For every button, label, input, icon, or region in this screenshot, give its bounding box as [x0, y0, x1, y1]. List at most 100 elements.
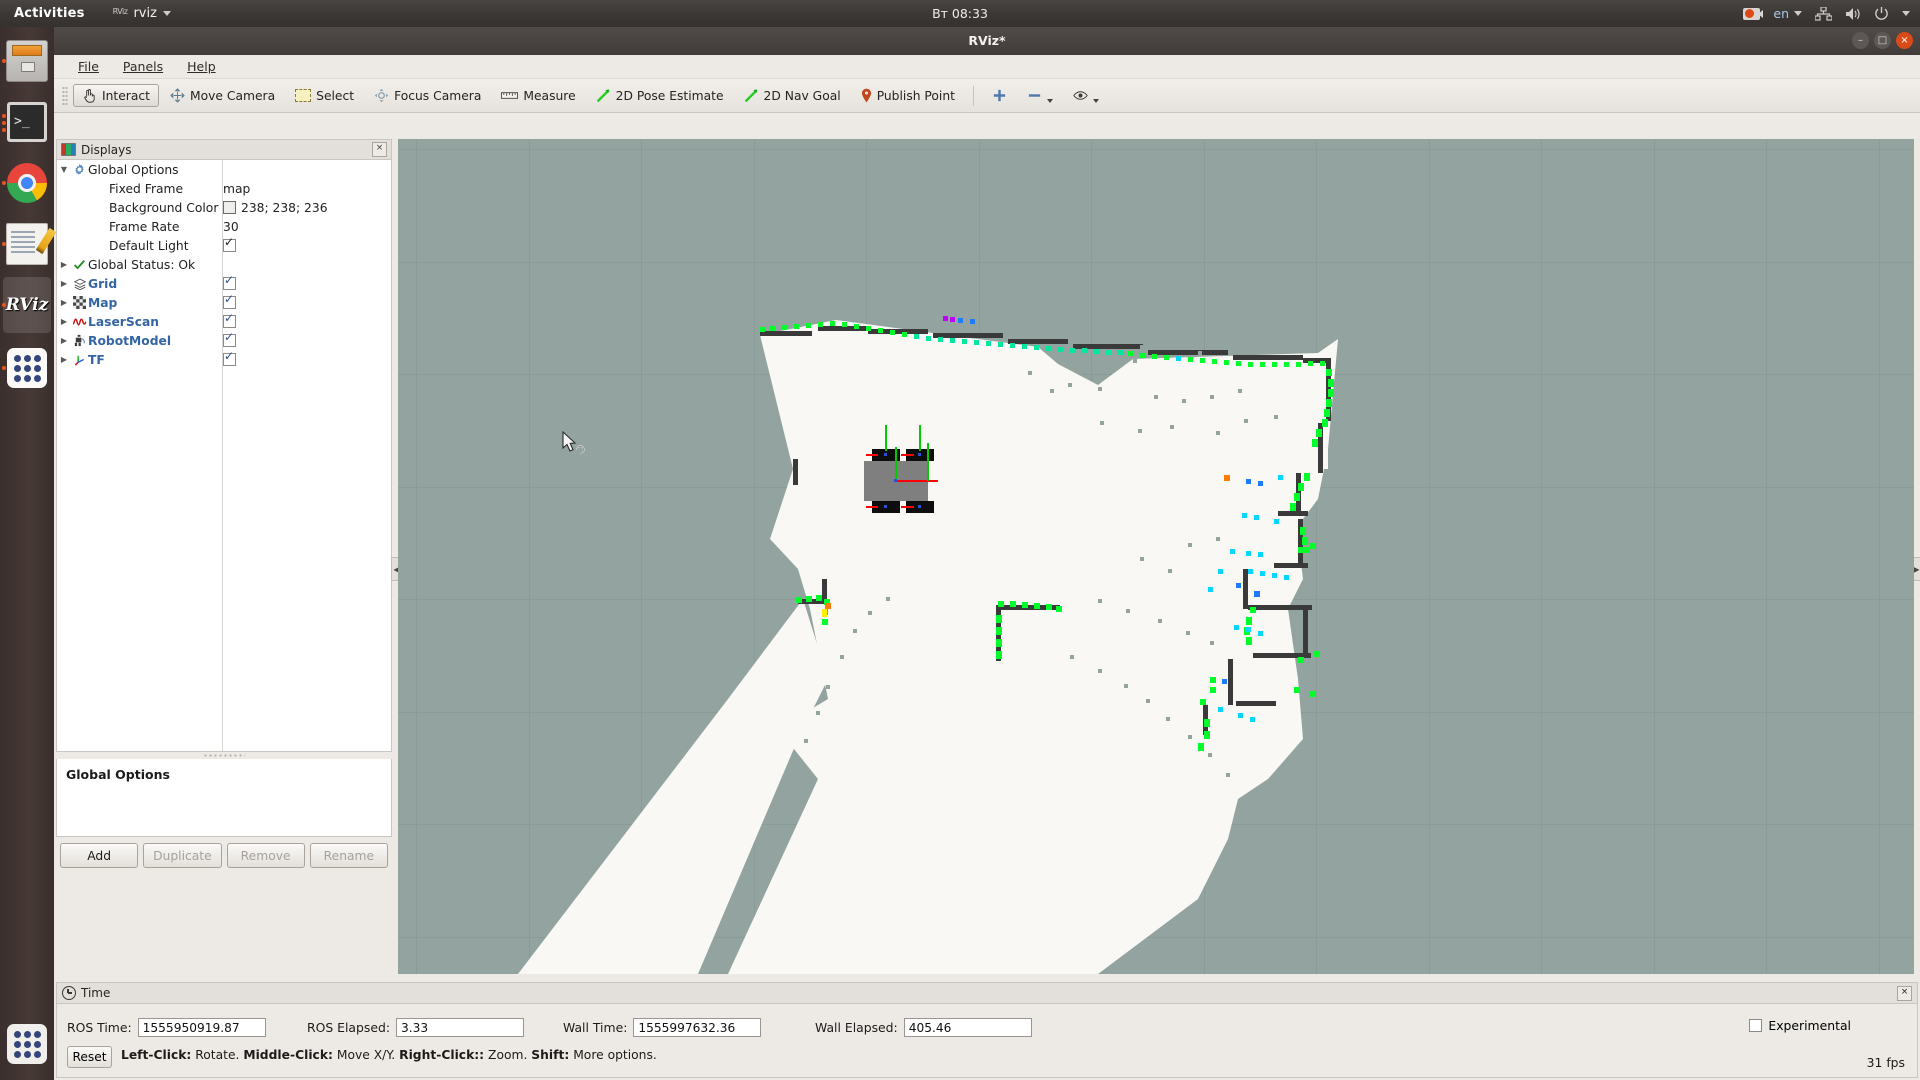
tree-row-robotmodel[interactable]: ▶ RobotModel: [57, 330, 391, 350]
tool-select[interactable]: Select: [286, 85, 363, 107]
checkbox-checked-icon[interactable]: [223, 311, 236, 328]
displays-button-row: Add Duplicate Remove Rename: [56, 837, 392, 868]
tree-row-frame-rate[interactable]: Frame Rate 30: [57, 217, 391, 236]
expand-arrow-icon[interactable]: ▶: [57, 317, 71, 326]
frame-rate-value[interactable]: 30: [223, 217, 239, 236]
map-free-right-lobe: [1298, 401, 1328, 469]
default-light-value[interactable]: [223, 235, 236, 255]
toolbar-grip[interactable]: [62, 85, 68, 106]
close-icon[interactable]: ×: [372, 142, 387, 157]
volume-icon[interactable]: [1845, 7, 1861, 21]
menu-help[interactable]: Help: [175, 57, 228, 76]
screen-record-icon[interactable]: [1743, 7, 1764, 20]
color-swatch-icon[interactable]: [223, 201, 236, 214]
tf-axes-icon: [71, 353, 88, 366]
expand-arrow-icon[interactable]: ▼: [57, 165, 71, 174]
robotmodel-enabled-value[interactable]: [223, 330, 236, 350]
laserscan-enabled-value[interactable]: [223, 311, 236, 331]
wall-time-input[interactable]: 1555997632.36: [633, 1018, 762, 1037]
expand-arrow-icon[interactable]: ▶: [57, 355, 71, 364]
wall-elapsed-input[interactable]: 405.46: [903, 1018, 1032, 1037]
tool-2d-nav-goal[interactable]: 2D Nav Goal: [735, 84, 850, 107]
activities-button[interactable]: Activities: [14, 6, 85, 21]
expand-arrow-icon[interactable]: ▶: [57, 336, 71, 345]
minimize-button[interactable]: –: [1852, 32, 1869, 49]
network-icon[interactable]: [1815, 6, 1832, 21]
tree-row-laserscan[interactable]: ▶ LaserScan: [57, 311, 391, 331]
checkbox-checked-icon[interactable]: [223, 349, 236, 366]
tree-row-global-status[interactable]: ▶ Global Status: Ok: [57, 255, 391, 274]
tree-label: Default Light: [109, 238, 189, 253]
duplicate-button: Duplicate: [143, 843, 222, 868]
chevron-down-icon[interactable]: [1092, 99, 1099, 103]
ros-time-input[interactable]: 1555950919.87: [137, 1018, 266, 1037]
tree-label: Global Options: [88, 162, 179, 177]
keyboard-layout-indicator[interactable]: en: [1773, 6, 1802, 21]
add-button[interactable]: Add: [60, 843, 139, 868]
selected-property-title: Global Options: [66, 767, 170, 782]
panel-clock[interactable]: Вт 08:33: [932, 6, 988, 21]
wall-time-label: Wall Time:: [563, 1020, 628, 1035]
map-enabled-value[interactable]: [223, 292, 236, 312]
reset-button[interactable]: Reset: [67, 1046, 112, 1068]
menu-file[interactable]: File: [66, 57, 111, 76]
close-button[interactable]: ×: [1896, 32, 1913, 49]
checkbox-checked-icon[interactable]: [223, 235, 236, 252]
checkbox-checked-icon[interactable]: [223, 292, 236, 309]
launcher-item-show-applications[interactable]: [0, 340, 54, 396]
remove-tool-button[interactable]: [1018, 84, 1062, 107]
fixed-frame-value[interactable]: map: [223, 179, 250, 198]
tool-publish-point[interactable]: Publish Point: [852, 84, 964, 107]
close-icon[interactable]: ×: [1897, 985, 1912, 1001]
render-viewport[interactable]: [398, 139, 1914, 974]
grid-enabled-value[interactable]: [223, 273, 236, 293]
displays-tree[interactable]: ▼ Global Options Fixed Frame map Backgro…: [56, 159, 392, 752]
tool-focus-camera-label: Focus Camera: [394, 88, 482, 103]
expand-arrow-icon[interactable]: ▶: [57, 279, 71, 288]
tree-row-default-light[interactable]: Default Light: [57, 235, 391, 255]
launcher-item-terminal[interactable]: >_: [0, 94, 54, 150]
tool-focus-camera[interactable]: Focus Camera: [365, 84, 490, 107]
dock-splitter[interactable]: [56, 752, 392, 759]
launcher-item-rviz[interactable]: RViz: [2, 277, 51, 333]
app-indicator[interactable]: RViz rviz: [113, 6, 171, 21]
checkbox-checked-icon[interactable]: [223, 330, 236, 347]
hint-part: More options.: [569, 1048, 657, 1062]
maximize-button[interactable]: □: [1874, 32, 1891, 49]
tree-row-fixed-frame[interactable]: Fixed Frame map: [57, 179, 391, 198]
tool-move-camera[interactable]: Move Camera: [161, 84, 284, 107]
tree-row-global-options[interactable]: ▼ Global Options: [57, 160, 391, 179]
background-color-value[interactable]: 238; 238; 236: [223, 198, 328, 217]
add-tool-button[interactable]: [983, 84, 1016, 107]
menu-panels[interactable]: Panels: [111, 57, 175, 76]
ros-elapsed-input[interactable]: 3.33: [396, 1018, 525, 1037]
checkbox-checked-icon[interactable]: [223, 273, 236, 290]
tree-row-background-color[interactable]: Background Color 238; 238; 236: [57, 198, 391, 217]
ruler-icon: [501, 92, 519, 99]
ros-time-field: ROS Time: 1555950919.87: [67, 1018, 266, 1037]
experimental-checkbox-row[interactable]: Experimental: [1749, 1018, 1851, 1033]
tool-interact[interactable]: Interact: [73, 84, 159, 107]
tree-row-tf[interactable]: ▶ TF: [57, 349, 391, 369]
expand-arrow-icon[interactable]: ▶: [57, 260, 71, 269]
map-free-space: [728, 320, 1338, 974]
tree-row-map[interactable]: ▶ Map: [57, 292, 391, 312]
tool-properties-button[interactable]: [1064, 84, 1108, 107]
launcher-item-files[interactable]: [0, 33, 54, 89]
desktop-top-panel: Activities RViz rviz Вт 08:33 en: [0, 0, 1920, 27]
chevron-down-icon[interactable]: [1902, 11, 1910, 16]
expand-arrow-icon[interactable]: ▶: [57, 298, 71, 307]
power-icon[interactable]: [1874, 6, 1889, 21]
laserscan-icon: [71, 316, 88, 328]
launcher-item-chrome[interactable]: [0, 155, 54, 211]
launcher-item-trash[interactable]: [0, 1016, 54, 1072]
robotmodel-icon: [71, 334, 88, 347]
checkbox-unchecked-icon[interactable]: [1749, 1019, 1763, 1032]
hint-part: Move X/Y.: [332, 1048, 400, 1062]
tool-measure[interactable]: Measure: [492, 84, 584, 107]
tf-enabled-value[interactable]: [223, 349, 236, 369]
tool-2d-pose-estimate[interactable]: 2D Pose Estimate: [587, 84, 733, 107]
chevron-down-icon[interactable]: [1046, 99, 1053, 103]
tree-row-grid[interactable]: ▶ Grid: [57, 273, 391, 293]
launcher-item-text-editor[interactable]: [0, 216, 54, 272]
